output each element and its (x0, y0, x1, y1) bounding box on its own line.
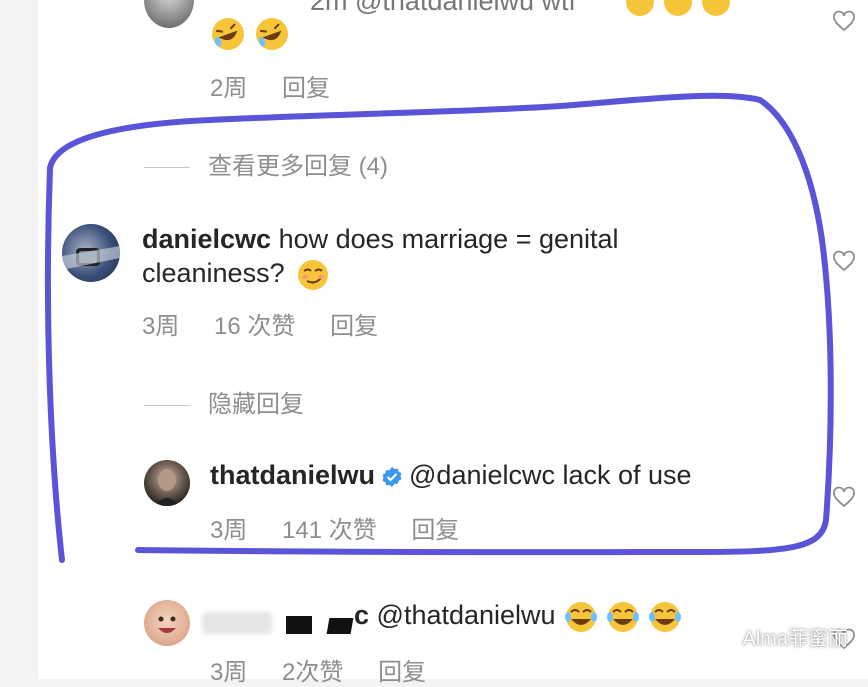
annotation-outline (44, 92, 834, 563)
